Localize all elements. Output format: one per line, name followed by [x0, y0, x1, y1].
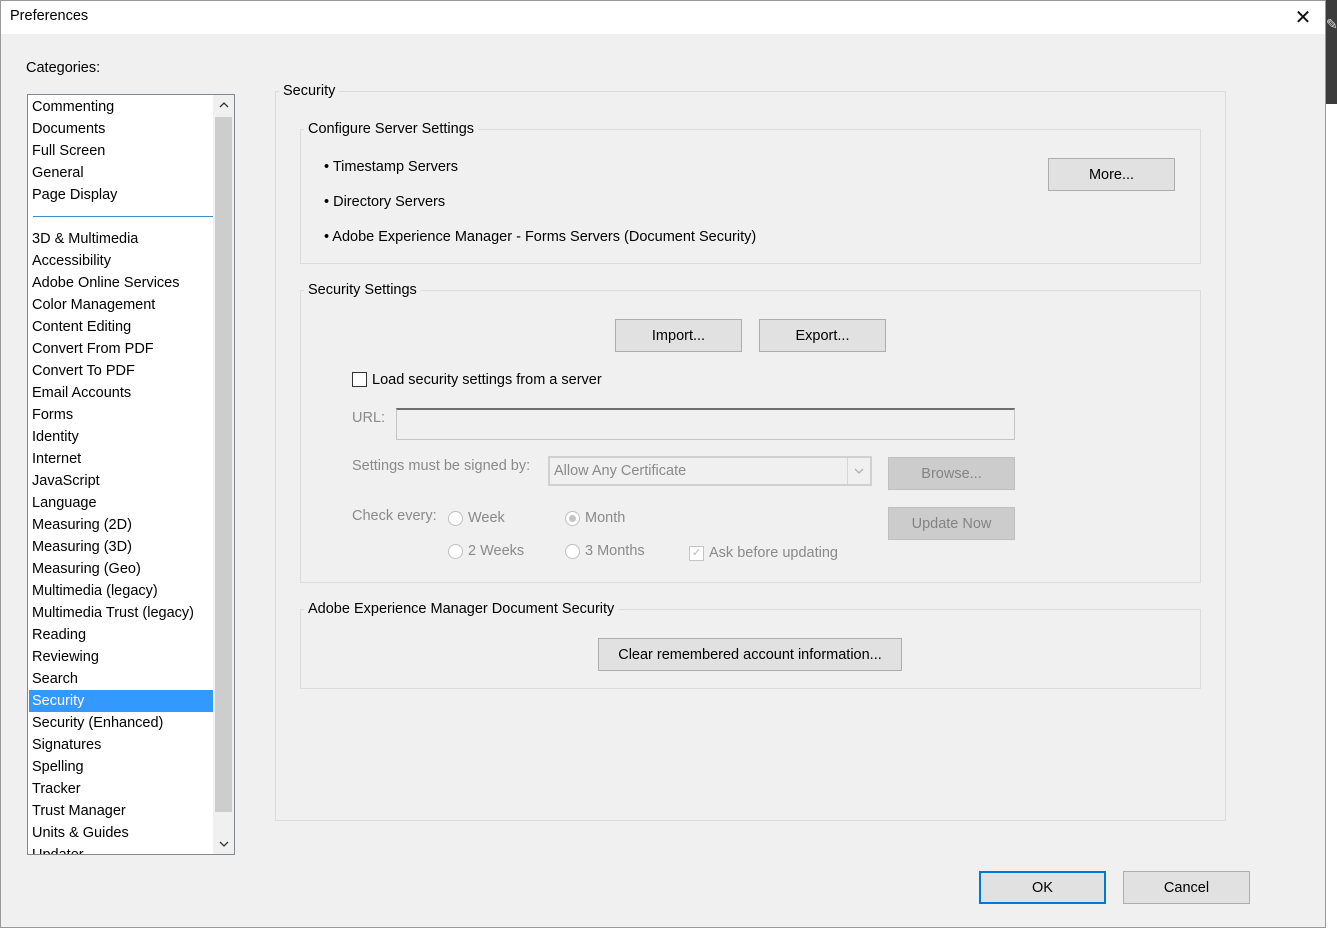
radio-month-label: Month — [585, 510, 626, 526]
ask-before-updating-checkbox[interactable]: ✓ — [689, 546, 704, 561]
load-from-server-checkbox[interactable] — [352, 372, 367, 387]
radio-2weeks-label: 2 Weeks — [468, 543, 525, 559]
update-now-button[interactable]: Update Now — [888, 507, 1015, 540]
chevron-up-icon — [219, 102, 228, 108]
category-item[interactable]: Trust Manager — [29, 800, 213, 822]
ask-before-updating-label: Ask before updating — [709, 545, 838, 561]
category-item[interactable]: Measuring (Geo) — [29, 558, 213, 580]
category-item[interactable]: Language — [29, 492, 213, 514]
scroll-up-arrow[interactable] — [213, 95, 234, 115]
category-item[interactable]: Reading — [29, 624, 213, 646]
category-item[interactable]: Convert From PDF — [29, 338, 213, 360]
timestamp-servers-item: • Timestamp Servers — [324, 159, 458, 175]
checkmark-icon: ✓ — [691, 547, 702, 559]
security-panel-title: Security — [279, 83, 340, 99]
security-settings-title: Security Settings — [304, 282, 421, 298]
category-item[interactable]: Full Screen — [29, 140, 213, 162]
category-item[interactable]: Color Management — [29, 294, 213, 316]
export-button[interactable]: Export... — [759, 319, 886, 352]
category-item[interactable]: Measuring (3D) — [29, 536, 213, 558]
category-item[interactable]: Page Display — [29, 184, 213, 206]
clear-account-info-button[interactable]: Clear remembered account information... — [598, 638, 902, 671]
background-window-edge: ✎ — [1326, 0, 1337, 104]
category-item[interactable]: Search — [29, 668, 213, 690]
category-item[interactable]: Content Editing — [29, 316, 213, 338]
category-separator — [29, 206, 213, 228]
category-item-selected[interactable]: Security — [29, 690, 213, 712]
category-item[interactable]: Measuring (2D) — [29, 514, 213, 536]
category-item[interactable]: Email Accounts — [29, 382, 213, 404]
radio-week[interactable] — [448, 511, 463, 526]
ok-button[interactable]: OK — [979, 871, 1106, 904]
dropdown-arrow — [847, 458, 870, 484]
category-item[interactable]: Units & Guides — [29, 822, 213, 844]
category-item[interactable]: 3D & Multimedia — [29, 228, 213, 250]
radio-3months[interactable] — [565, 544, 580, 559]
category-item[interactable]: Identity — [29, 426, 213, 448]
signed-by-label: Settings must be signed by: — [352, 458, 531, 474]
category-item[interactable]: Adobe Online Services — [29, 272, 213, 294]
server-settings-title: Configure Server Settings — [304, 121, 479, 137]
title-bar: Preferences ✕ — [1, 1, 1325, 34]
category-item[interactable]: Convert To PDF — [29, 360, 213, 382]
category-item[interactable]: Tracker — [29, 778, 213, 800]
aem-forms-servers-item: • Adobe Experience Manager - Forms Serve… — [324, 229, 757, 245]
radio-month[interactable] — [565, 511, 580, 526]
radio-3months-label: 3 Months — [585, 543, 645, 559]
import-button[interactable]: Import... — [615, 319, 742, 352]
cancel-button[interactable]: Cancel — [1123, 871, 1250, 904]
pen-icon: ✎ — [1326, 16, 1337, 32]
directory-servers-item: • Directory Servers — [324, 194, 446, 210]
window-title: Preferences — [10, 8, 89, 24]
category-item[interactable]: Accessibility — [29, 250, 213, 272]
category-item[interactable]: Reviewing — [29, 646, 213, 668]
category-item[interactable]: Documents — [29, 118, 213, 140]
category-item[interactable]: Internet — [29, 448, 213, 470]
preferences-dialog: Preferences ✕ Categories: Commenting Docu… — [0, 0, 1326, 928]
category-item[interactable]: Security (Enhanced) — [29, 712, 213, 734]
radio-2weeks[interactable] — [448, 544, 463, 559]
category-item[interactable]: Spelling — [29, 756, 213, 778]
close-icon: ✕ — [1294, 7, 1312, 29]
chevron-down-icon — [854, 468, 864, 474]
category-item[interactable]: General — [29, 162, 213, 184]
background-area — [1326, 104, 1337, 938]
category-item[interactable]: Commenting — [29, 96, 213, 118]
categories-scrollbar[interactable] — [213, 95, 234, 854]
scroll-down-arrow[interactable] — [213, 834, 234, 854]
category-item[interactable]: Multimedia (legacy) — [29, 580, 213, 602]
category-item[interactable]: Multimedia Trust (legacy) — [29, 602, 213, 624]
scroll-thumb[interactable] — [215, 117, 232, 812]
check-every-label: Check every: — [352, 508, 437, 524]
aem-security-title: Adobe Experience Manager Document Securi… — [304, 601, 619, 617]
category-item[interactable]: Forms — [29, 404, 213, 426]
more-button[interactable]: More... — [1048, 158, 1175, 191]
category-item[interactable]: Updater — [29, 844, 213, 854]
chevron-down-icon — [219, 841, 228, 847]
url-input[interactable] — [396, 408, 1015, 440]
category-item[interactable]: JavaScript — [29, 470, 213, 492]
categories-label: Categories: — [26, 60, 101, 76]
category-item[interactable]: Signatures — [29, 734, 213, 756]
browse-button[interactable]: Browse... — [888, 457, 1015, 490]
radio-week-label: Week — [468, 510, 505, 526]
close-button[interactable]: ✕ — [1281, 1, 1325, 34]
load-from-server-label: Load security settings from a server — [372, 372, 602, 388]
categories-list[interactable]: Commenting Documents Full Screen General Pag… — [27, 94, 235, 855]
url-label: URL: — [352, 410, 386, 426]
signed-by-select[interactable]: Allow Any Certificate — [548, 456, 872, 486]
signed-by-value: Allow Any Certificate — [554, 463, 687, 479]
